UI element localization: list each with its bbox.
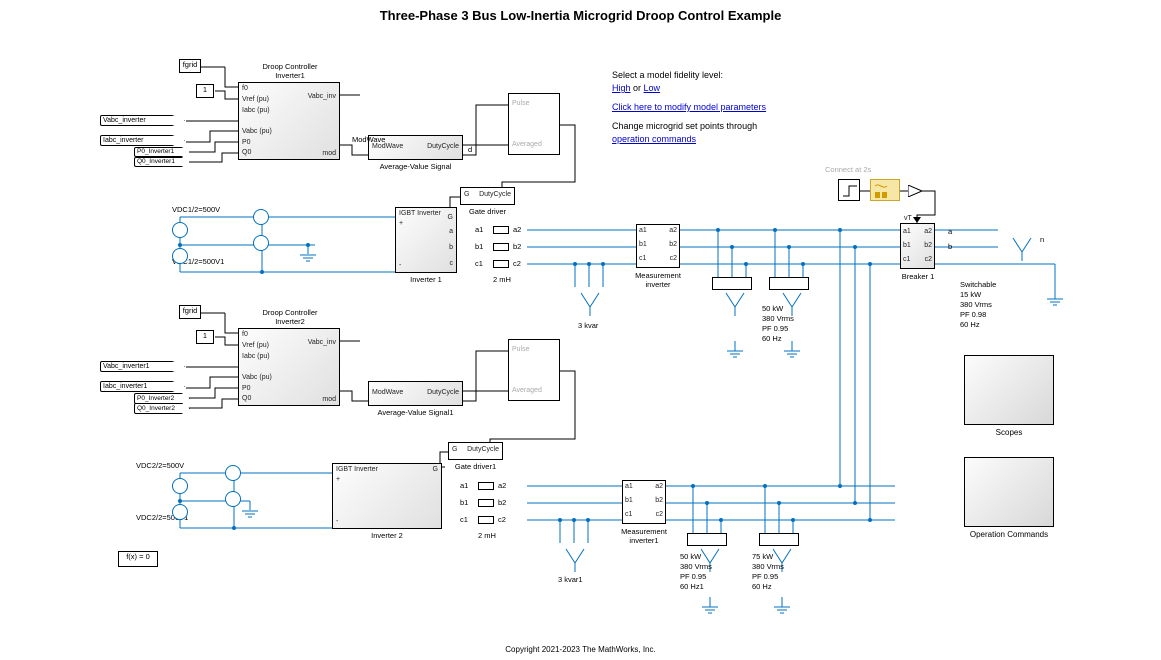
- link-modify-params[interactable]: Click here to modify model parameters: [612, 102, 766, 112]
- measurement-inverter[interactable]: a1a2 b1b2 c1c2: [636, 224, 680, 268]
- igbt-inverter-2[interactable]: IGBT Inverter G + -: [332, 463, 442, 529]
- avg1-label: Average-Value Signal: [368, 162, 463, 171]
- avg-value-signal-2[interactable]: ModWave DutyCycle: [368, 381, 463, 406]
- droop-controller-1[interactable]: f0 Vref (pu) Iabc (pu) Vabc (pu) P0 Q0 V…: [238, 82, 340, 160]
- variant-switch-2[interactable]: Pulse Averaged: [508, 339, 560, 401]
- inductor-b1-top[interactable]: [493, 243, 509, 251]
- igbt-inverter-1[interactable]: IGBT Inverter G a b c + -: [395, 207, 457, 273]
- dc-cap-2a[interactable]: [172, 478, 188, 494]
- gate-driver-2[interactable]: G DutyCycle: [448, 442, 503, 460]
- 2mh-label-top: 2 mH: [482, 275, 522, 284]
- meas-inv1-label: Measurementinverter1: [614, 527, 674, 545]
- diagram-canvas: Select a model fidelity level: High or L…: [0, 27, 1161, 647]
- inductor-a1-bot[interactable]: [478, 482, 494, 490]
- switchable-load-label: Switchable 15 kW 380 Vrms PF 0.98 60 Hz: [960, 280, 996, 330]
- tag-q0-inverter2[interactable]: Q0_Inverter2: [134, 403, 190, 414]
- inductor-c1-top[interactable]: [493, 260, 509, 268]
- load-50kw-top-conn[interactable]: [712, 277, 752, 290]
- link-low[interactable]: Low: [644, 83, 661, 93]
- dc-source-2b[interactable]: [225, 491, 241, 507]
- link-operation-commands[interactable]: operation commands: [612, 134, 696, 144]
- load-50kw-bot-conn[interactable]: [687, 533, 727, 546]
- operation-commands-subsystem[interactable]: [964, 457, 1054, 527]
- d-port-label: d: [468, 145, 472, 154]
- 3kvar1-label: 3 kvar1: [558, 575, 583, 584]
- tag-vabc-inverter1[interactable]: Vabc_inverter1: [100, 361, 185, 372]
- load-50kw-1-label: 50 kW380 VrmsPF 0.9560 Hz1: [680, 552, 712, 592]
- inductor-a1-top[interactable]: [493, 226, 509, 234]
- load-75kw-label: 75 kW380 VrmsPF 0.9560 Hz: [752, 552, 784, 592]
- dc-source-1a[interactable]: [253, 209, 269, 225]
- meas-inv-label: Measurementinverter: [628, 271, 688, 289]
- fgrid-block-2[interactable]: fgrid: [179, 305, 201, 319]
- breaker-1[interactable]: vT a1a2 b1b2 c1c2: [900, 223, 935, 269]
- measurement-inverter1[interactable]: a1a2 b1b2 c1c2: [622, 480, 666, 524]
- fgrid-block-1[interactable]: fgrid: [179, 59, 201, 73]
- tag-iabc-inverter[interactable]: Iabc_inverter: [100, 135, 185, 146]
- avg2-label: Average-Value Signal1: [368, 408, 463, 417]
- 3kvar-label: 3 kvar: [578, 321, 598, 330]
- droop1-label: Droop ControllerInverter1: [240, 62, 340, 80]
- gain-triangle[interactable]: [908, 185, 924, 197]
- dc-cap-2b[interactable]: [172, 504, 188, 520]
- link-high[interactable]: High: [612, 83, 631, 93]
- constant-one-2[interactable]: 1: [196, 330, 214, 344]
- gate-driver1-label: Gate driver1: [448, 462, 503, 471]
- droop2-label: Droop ControllerInverter2: [240, 308, 340, 326]
- tag-q0-inverter1[interactable]: Q0_Inverter1: [134, 157, 190, 167]
- vdc1a-label: VDC1/2=500V: [172, 205, 220, 214]
- gate-driver-1[interactable]: G DutyCycle: [460, 187, 515, 205]
- dc-cap-1b[interactable]: [172, 248, 188, 264]
- inductor-b1-bot[interactable]: [478, 499, 494, 507]
- tag-iabc-inverter1[interactable]: Iabc_inverter1: [100, 381, 185, 392]
- constant-one-1[interactable]: 1: [196, 84, 214, 98]
- connect-2s-label: Connect at 2s: [825, 165, 871, 174]
- inverter2-label: Inverter 2: [332, 531, 442, 540]
- variant-switch-1[interactable]: Pulse Averaged: [508, 93, 560, 155]
- scopes-subsystem[interactable]: [964, 355, 1054, 425]
- 2mh-label-bot: 2 mH: [467, 531, 507, 540]
- copyright: Copyright 2021-2023 The MathWorks, Inc.: [0, 645, 1161, 654]
- gate-driver-label: Gate driver: [460, 207, 515, 216]
- modwave-signal-label: ModWave: [352, 135, 385, 144]
- opcmd-label: Operation Commands: [948, 530, 1070, 539]
- load-50kw-label: 50 kW380 VrmsPF 0.9560 Hz: [762, 304, 794, 344]
- step-block[interactable]: [838, 179, 860, 201]
- load-50kw-top-conn2[interactable]: [769, 277, 809, 290]
- breaker-label: Breaker 1: [892, 272, 944, 281]
- inductor-c1-bot[interactable]: [478, 516, 494, 524]
- tag-p0-inverter1[interactable]: P0_Inverter1: [134, 147, 190, 157]
- load-75kw-bot-conn[interactable]: [759, 533, 799, 546]
- dc-source-1b[interactable]: [253, 235, 269, 251]
- inverter1-label: Inverter 1: [395, 275, 457, 284]
- dc-cap-1a[interactable]: [172, 222, 188, 238]
- converter-block[interactable]: [870, 179, 900, 201]
- tag-p0-inverter2[interactable]: P0_Inverter2: [134, 393, 190, 404]
- page-title: Three-Phase 3 Bus Low-Inertia Microgrid …: [0, 8, 1161, 23]
- droop-controller-2[interactable]: f0 Vref (pu) Iabc (pu) Vabc (pu) P0 Q0 V…: [238, 328, 340, 406]
- info-text: Select a model fidelity level: High or L…: [612, 69, 832, 146]
- dc-source-2a[interactable]: [225, 465, 241, 481]
- vdc2a-label: VDC2/2=500V: [136, 461, 184, 470]
- scopes-label: Scopes: [964, 428, 1054, 437]
- tag-vabc-inverter[interactable]: Vabc_inverter: [100, 115, 185, 126]
- solver-block[interactable]: f(x) = 0: [118, 551, 158, 567]
